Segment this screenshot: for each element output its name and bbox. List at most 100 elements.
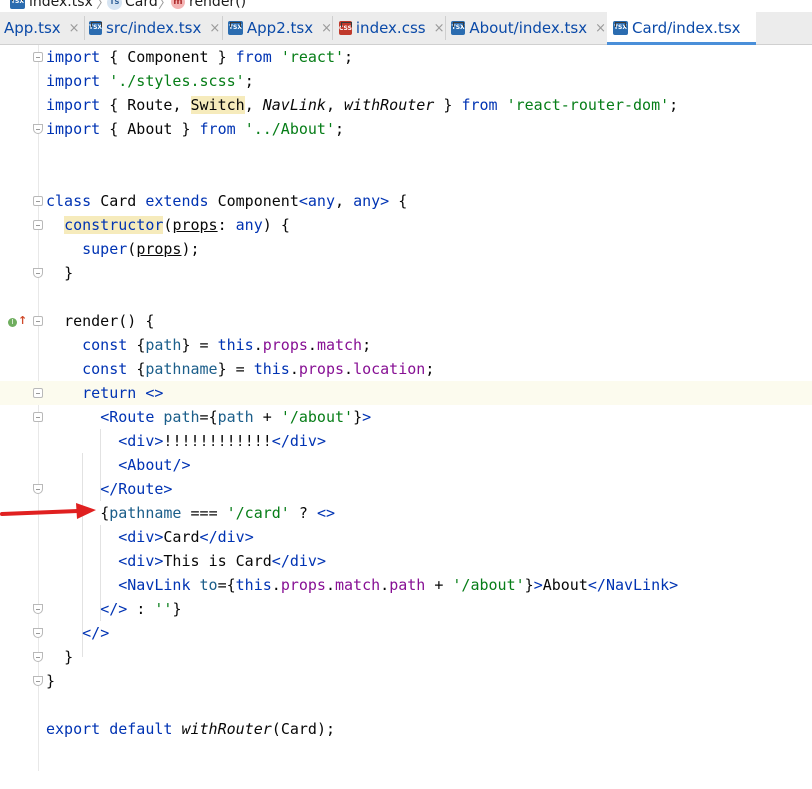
- code-text: const {path} = this.props.match;: [82, 336, 372, 354]
- breadcrumb-label: render(): [189, 0, 247, 10]
- tsx-file-icon: TSX: [228, 21, 243, 35]
- tab-label: index.css: [355, 19, 426, 37]
- code-line: <div>This is Card</div>: [0, 549, 812, 573]
- code-line: }: [0, 645, 812, 669]
- tab-divider: [84, 16, 85, 40]
- tsx-file-icon: TSX: [10, 0, 25, 9]
- code-line: render() {: [0, 309, 812, 333]
- code-line: </Route>: [0, 477, 812, 501]
- code-text: import { Route, Switch, NavLink, withRou…: [46, 96, 679, 114]
- css-file-icon: CSS: [339, 21, 352, 35]
- editor-tab-bar: App.tsx × TSX src/index.tsx × TSX App2.t…: [0, 12, 812, 45]
- code-line: import './styles.scss';: [0, 69, 812, 93]
- code-text: <NavLink to={this.props.match.path + '/a…: [118, 576, 679, 594]
- breadcrumb-item-method[interactable]: m render(): [171, 0, 246, 10]
- fold-icon[interactable]: [33, 220, 43, 230]
- code-line: import { About } from '../About';: [0, 117, 812, 141]
- tab-app-tsx[interactable]: App.tsx ×: [4, 12, 80, 44]
- breadcrumb-item-file[interactable]: TSX index.tsx: [10, 0, 93, 10]
- tab-label: App2.tsx: [246, 19, 314, 37]
- code-text: <div>!!!!!!!!!!!!</div>: [118, 432, 326, 450]
- code-line: const {path} = this.props.match;: [0, 333, 812, 357]
- code-editor[interactable]: I ↑ import { Component } from 'react'; im…: [0, 45, 812, 771]
- code-text: class Card extends Component<any, any> {: [46, 192, 408, 210]
- code-line: super(props);: [0, 237, 812, 261]
- close-icon[interactable]: ×: [69, 21, 80, 36]
- tab-label: src/index.tsx: [106, 19, 202, 37]
- breadcrumb-label: Card: [125, 0, 158, 10]
- code-line: }: [0, 669, 812, 693]
- code-text: render() {: [64, 312, 155, 330]
- fold-icon[interactable]: [33, 316, 43, 326]
- fold-icon[interactable]: [33, 676, 43, 686]
- code-line: <NavLink to={this.props.match.path + '/a…: [0, 573, 812, 597]
- tab-about-index-tsx[interactable]: TSX About/index.tsx ×: [451, 12, 606, 44]
- typescript-class-icon: TS: [107, 0, 122, 10]
- code-text: }: [46, 672, 56, 690]
- code-text: </> : ''}: [100, 600, 182, 618]
- tsx-file-icon: TSX: [613, 21, 628, 35]
- fold-icon[interactable]: [33, 388, 43, 398]
- red-arrow-annotation: [0, 503, 96, 519]
- close-icon[interactable]: ×: [595, 21, 606, 36]
- tab-label: App.tsx: [4, 19, 61, 37]
- fold-icon[interactable]: [33, 628, 43, 638]
- code-line: <Route path={path + '/about'}>: [0, 405, 812, 429]
- code-line: export default withRouter(Card);: [0, 717, 812, 741]
- close-icon[interactable]: ×: [434, 21, 445, 36]
- fold-icon[interactable]: [33, 124, 43, 134]
- code-line: <div>!!!!!!!!!!!!</div>: [0, 429, 812, 453]
- code-text: import './styles.scss';: [46, 72, 254, 90]
- code-text: <div>This is Card</div>: [118, 552, 326, 570]
- code-line: <About/>: [0, 453, 812, 477]
- breadcrumb-separator: 〉: [158, 0, 172, 11]
- code-line: }: [0, 261, 812, 285]
- tab-src-index-tsx[interactable]: TSX src/index.tsx ×: [89, 12, 220, 44]
- tab-app2-tsx[interactable]: TSX App2.tsx ×: [228, 12, 332, 44]
- code-text: const {pathname} = this.props.location;: [82, 360, 435, 378]
- code-line-current: return <>: [0, 381, 812, 405]
- code-line: <div>Card</div>: [0, 525, 812, 549]
- code-text: export default withRouter(Card);: [46, 720, 335, 738]
- code-line: {pathname === '/card' ? <>: [0, 501, 812, 525]
- tab-card-index-tsx[interactable]: TSX Card/index.tsx: [607, 12, 756, 45]
- code-text: </>: [82, 624, 110, 642]
- fold-icon[interactable]: [33, 268, 43, 278]
- code-text: <div>Card</div>: [118, 528, 254, 546]
- tsx-file-icon: TSX: [89, 21, 103, 35]
- fold-icon[interactable]: [33, 484, 43, 494]
- code-text: </Route>: [100, 480, 173, 498]
- fold-icon[interactable]: [33, 196, 43, 206]
- close-icon[interactable]: ×: [321, 21, 332, 36]
- code-text: super(props);: [82, 240, 200, 258]
- code-line: import { Route, Switch, NavLink, withRou…: [0, 93, 812, 117]
- tab-index-css[interactable]: CSS index.css ×: [339, 12, 444, 44]
- code-text: return <>: [82, 384, 164, 402]
- code-text: }: [64, 264, 74, 282]
- tsx-file-icon: TSX: [451, 21, 466, 35]
- code-line: constructor(props: any) {: [0, 213, 812, 237]
- breadcrumb-item-class[interactable]: TS Card: [107, 0, 158, 10]
- code-text: }: [64, 648, 74, 666]
- fold-icon[interactable]: [33, 604, 43, 614]
- code-line: import { Component } from 'react';: [0, 45, 812, 69]
- tab-divider: [332, 16, 333, 40]
- tab-divider: [222, 16, 223, 40]
- tab-label: Card/index.tsx: [632, 19, 741, 37]
- code-line: </>: [0, 621, 812, 645]
- tab-divider: [445, 16, 446, 40]
- code-line: class Card extends Component<any, any> {: [0, 189, 812, 213]
- fold-icon[interactable]: [33, 412, 43, 422]
- code-text: <About/>: [118, 456, 191, 474]
- code-text: constructor(props: any) {: [64, 216, 290, 234]
- fold-icon[interactable]: [33, 652, 43, 662]
- fold-icon[interactable]: [33, 52, 43, 62]
- code-text: import { About } from '../About';: [46, 120, 345, 138]
- method-icon: m: [171, 0, 185, 9]
- close-icon[interactable]: ×: [209, 21, 220, 36]
- code-line: const {pathname} = this.props.location;: [0, 357, 812, 381]
